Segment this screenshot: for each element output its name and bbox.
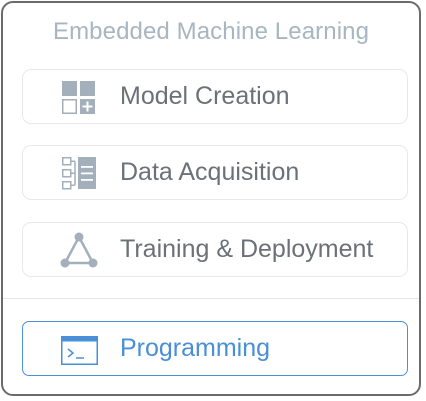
model-grid-icon (59, 78, 99, 116)
section-divider (3, 298, 419, 299)
menu-item-label: Programming (120, 334, 271, 362)
menu-item-model-creation[interactable]: Model Creation (22, 69, 408, 124)
menu-item-label: Data Acquisition (120, 158, 300, 186)
data-list-icon (59, 154, 99, 192)
menu-item-label: Training & Deployment (120, 235, 374, 263)
menu-item-training-deployment[interactable]: Training & Deployment (22, 222, 408, 277)
ml-menu-panel: Embedded Machine Learning Model Creation (1, 1, 421, 396)
panel-title: Embedded Machine Learning (52, 18, 370, 45)
menu-item-data-acquisition[interactable]: Data Acquisition (22, 145, 408, 200)
terminal-icon (59, 330, 99, 368)
triangle-network-icon (59, 231, 99, 269)
menu-item-programming[interactable]: Programming (22, 321, 408, 376)
menu-item-label: Model Creation (120, 82, 290, 110)
